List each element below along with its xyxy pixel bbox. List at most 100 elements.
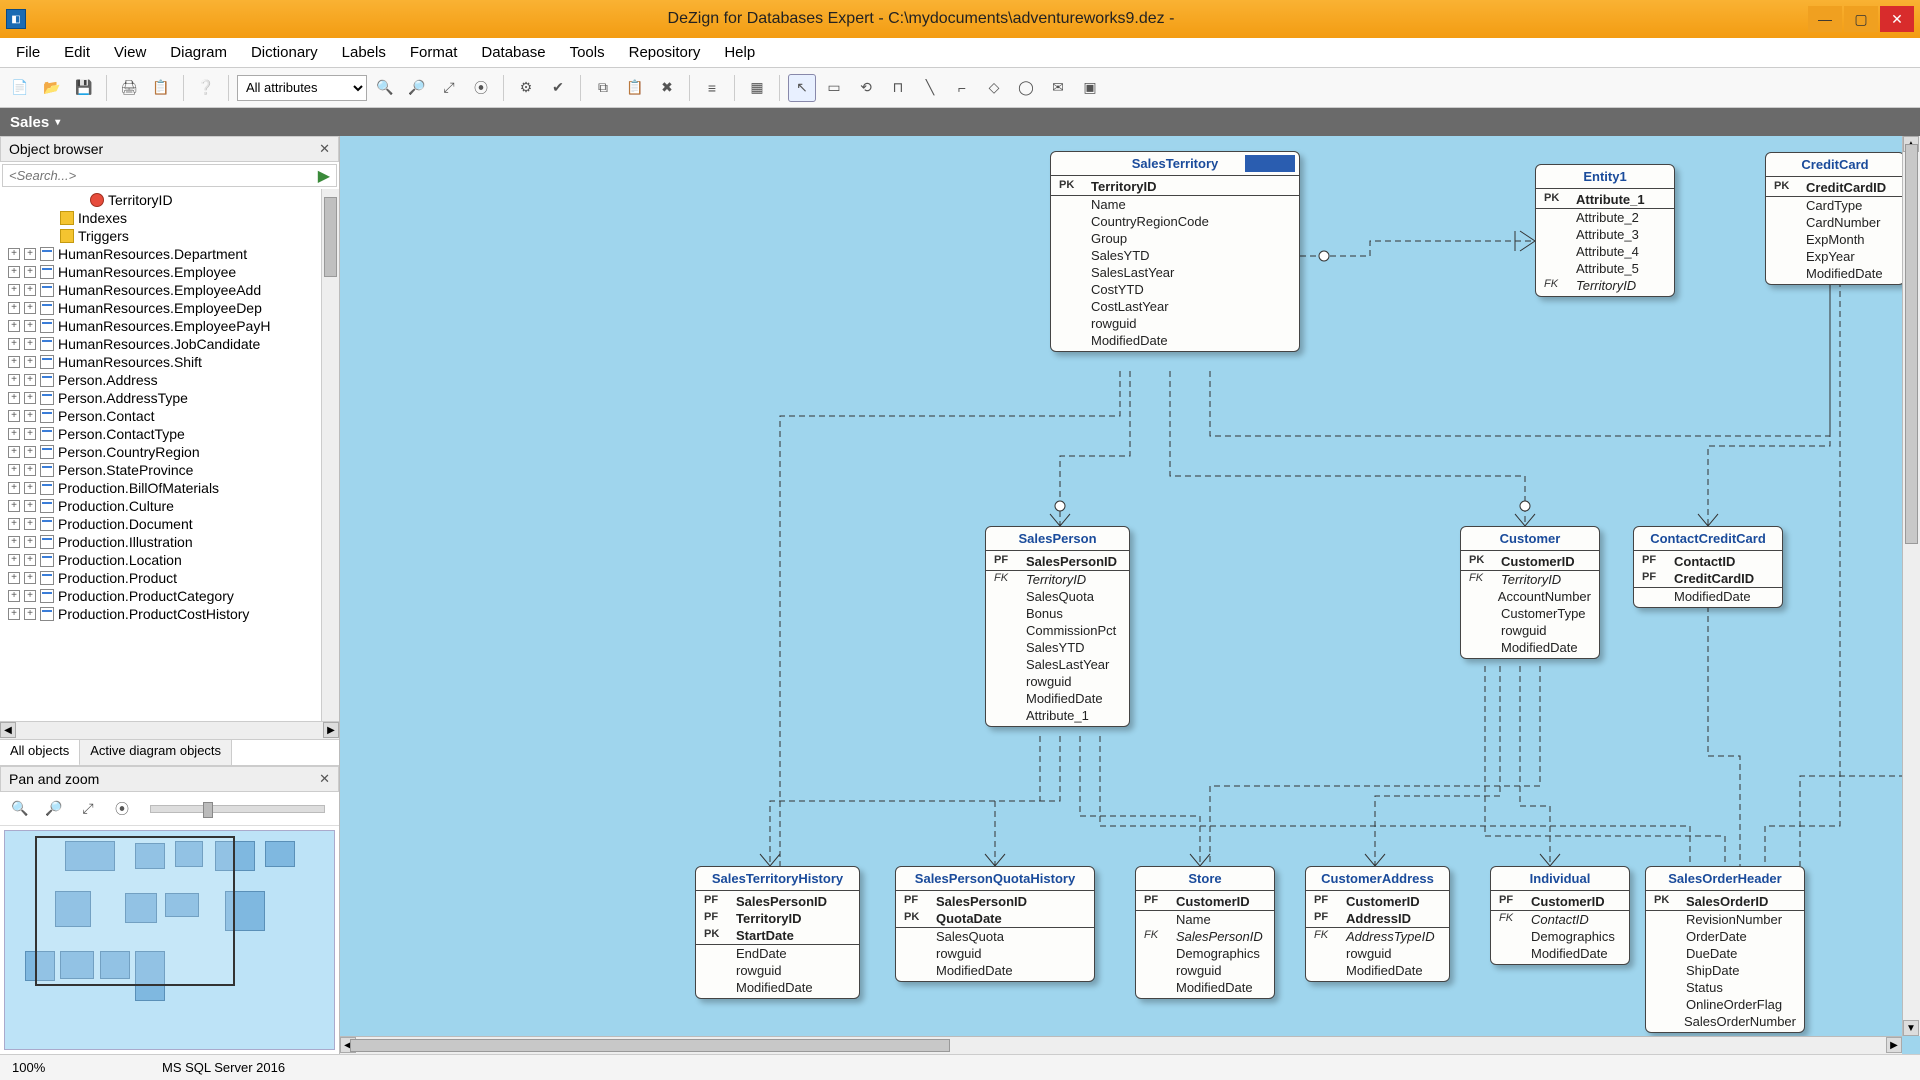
expand-icon[interactable]: + — [8, 536, 20, 548]
canvas-vscrollbar[interactable]: ▲ ▼ — [1902, 136, 1920, 1036]
tree-item[interactable]: + + HumanResources.JobCandidate — [0, 335, 339, 353]
menu-dictionary[interactable]: Dictionary — [241, 40, 328, 65]
expand-icon[interactable]: + — [8, 410, 20, 422]
pz-zoom-out-icon[interactable]: 🔎 — [40, 795, 68, 823]
expand-icon[interactable]: + — [8, 284, 20, 296]
canvas-hscrollbar[interactable]: ◀ ▶ — [340, 1036, 1902, 1054]
menu-file[interactable]: File — [6, 40, 50, 65]
subdiagram-icon[interactable]: ▦ — [743, 74, 771, 102]
object-browser-close-icon[interactable]: ✕ — [319, 141, 330, 157]
search-go-icon[interactable]: ▶ — [312, 166, 336, 186]
line-tool-icon[interactable]: ╲ — [916, 74, 944, 102]
line2-tool-icon[interactable]: ⌐ — [948, 74, 976, 102]
tree-item[interactable]: + + Person.CountryRegion — [0, 443, 339, 461]
pz-zoom-in-icon[interactable]: 🔍 — [6, 795, 34, 823]
tree-item[interactable]: Indexes — [0, 209, 339, 227]
print-preview-icon[interactable]: 📋 — [147, 74, 175, 102]
view-tool-icon[interactable]: ◯ — [1012, 74, 1040, 102]
entity-SalesPersonQuotaHistory[interactable]: SalesPersonQuotaHistory PF SalesPersonID… — [895, 866, 1095, 982]
entity-Entity1[interactable]: Entity1 PK Attribute_1 Attribute_2 Attri… — [1535, 164, 1675, 297]
expand-icon[interactable]: + — [8, 482, 20, 494]
tree-item[interactable]: Triggers — [0, 227, 339, 245]
relationship-tool-icon[interactable]: ⟲ — [852, 74, 880, 102]
expand-icon[interactable]: + — [8, 500, 20, 512]
pan-zoom-close-icon[interactable]: ✕ — [319, 771, 330, 787]
expand2-icon[interactable]: + — [24, 446, 36, 458]
expand2-icon[interactable]: + — [24, 500, 36, 512]
tree-item[interactable]: + + Production.Document — [0, 515, 339, 533]
menu-repository[interactable]: Repository — [619, 40, 711, 65]
expand-icon[interactable]: + — [8, 518, 20, 530]
pz-actual-icon[interactable]: ⦿ — [108, 795, 136, 823]
save-icon[interactable]: 💾 — [70, 74, 98, 102]
tree-item[interactable]: + + HumanResources.EmployeeDep — [0, 299, 339, 317]
tree-item[interactable]: TerritoryID — [0, 191, 339, 209]
close-button[interactable]: ✕ — [1880, 6, 1914, 32]
tab-all-objects[interactable]: All objects — [0, 740, 80, 766]
expand2-icon[interactable]: + — [24, 428, 36, 440]
zoom-fit-icon[interactable]: ⤢ — [435, 74, 463, 102]
menu-edit[interactable]: Edit — [54, 40, 100, 65]
align-icon[interactable]: ≡ — [698, 74, 726, 102]
zoom-100-icon[interactable]: ⦿ — [467, 74, 495, 102]
expand-icon[interactable]: + — [8, 302, 20, 314]
menu-labels[interactable]: Labels — [332, 40, 396, 65]
tab-active-diagram-objects[interactable]: Active diagram objects — [80, 740, 232, 765]
entity-CreditCard[interactable]: CreditCard PK CreditCardID CardType Card… — [1765, 152, 1905, 285]
tree-item[interactable]: + + Person.Address — [0, 371, 339, 389]
pan-zoom-minimap[interactable] — [4, 830, 335, 1050]
paste-icon[interactable]: 📋 — [621, 74, 649, 102]
tree-item[interactable]: + + Production.Location — [0, 551, 339, 569]
pz-zoom-slider[interactable] — [150, 805, 325, 813]
tree-item[interactable]: + + Production.ProductCategory — [0, 587, 339, 605]
help-icon[interactable]: ❔ — [192, 74, 220, 102]
frame-tool-icon[interactable]: ▣ — [1076, 74, 1104, 102]
new-icon[interactable]: 📄 — [6, 74, 34, 102]
expand2-icon[interactable]: + — [24, 266, 36, 278]
expand2-icon[interactable]: + — [24, 590, 36, 602]
entity-Individual[interactable]: Individual PF CustomerID FK ContactID De… — [1490, 866, 1630, 965]
menu-diagram[interactable]: Diagram — [160, 40, 237, 65]
maximize-button[interactable]: ▢ — [1844, 6, 1878, 32]
relationship2-tool-icon[interactable]: ⊓ — [884, 74, 912, 102]
expand-icon[interactable]: + — [8, 248, 20, 260]
delete-icon[interactable]: ✖ — [653, 74, 681, 102]
menu-database[interactable]: Database — [471, 40, 555, 65]
tree-item[interactable]: + + Production.BillOfMaterials — [0, 479, 339, 497]
expand2-icon[interactable]: + — [24, 410, 36, 422]
entity-SalesPerson[interactable]: SalesPerson PF SalesPersonID FK Territor… — [985, 526, 1130, 727]
tab-dropdown-icon[interactable]: ▾ — [55, 117, 60, 128]
expand2-icon[interactable]: + — [24, 338, 36, 350]
diagram-canvas[interactable]: Use the alter database functionality whe… — [340, 136, 1920, 1054]
validate-icon[interactable]: ✔ — [544, 74, 572, 102]
expand2-icon[interactable]: + — [24, 608, 36, 620]
tree-item[interactable]: + + HumanResources.Department — [0, 245, 339, 263]
expand-icon[interactable]: + — [8, 338, 20, 350]
attribute-filter-select[interactable]: All attributes — [237, 75, 367, 101]
object-tree[interactable]: TerritoryID Indexes Triggers + + HumanRe… — [0, 189, 339, 721]
tree-item[interactable]: + + Production.ProductCostHistory — [0, 605, 339, 623]
tree-item[interactable]: + + Person.AddressType — [0, 389, 339, 407]
expand2-icon[interactable]: + — [24, 248, 36, 260]
entity-SalesOrderHeader[interactable]: SalesOrderHeader PK SalesOrderID Revisio… — [1645, 866, 1805, 1033]
expand2-icon[interactable]: + — [24, 464, 36, 476]
expand-icon[interactable]: + — [8, 608, 20, 620]
tab-sales[interactable]: Sales — [10, 114, 49, 131]
expand-icon[interactable]: + — [8, 266, 20, 278]
zoom-in-icon[interactable]: 🔍 — [371, 74, 399, 102]
minimize-button[interactable]: — — [1808, 6, 1842, 32]
menu-help[interactable]: Help — [714, 40, 765, 65]
tree-item[interactable]: + + HumanResources.EmployeeAdd — [0, 281, 339, 299]
expand2-icon[interactable]: + — [24, 320, 36, 332]
stamp-tool-icon[interactable]: ✉ — [1044, 74, 1072, 102]
expand-icon[interactable]: + — [8, 356, 20, 368]
expand2-icon[interactable]: + — [24, 392, 36, 404]
menu-tools[interactable]: Tools — [560, 40, 615, 65]
tree-item[interactable]: + + HumanResources.EmployeePayH — [0, 317, 339, 335]
pz-fit-icon[interactable]: ⤢ — [74, 795, 102, 823]
expand2-icon[interactable]: + — [24, 572, 36, 584]
search-input[interactable] — [3, 165, 312, 186]
tree-item[interactable]: + + Person.ContactType — [0, 425, 339, 443]
expand2-icon[interactable]: + — [24, 554, 36, 566]
expand-icon[interactable]: + — [8, 428, 20, 440]
